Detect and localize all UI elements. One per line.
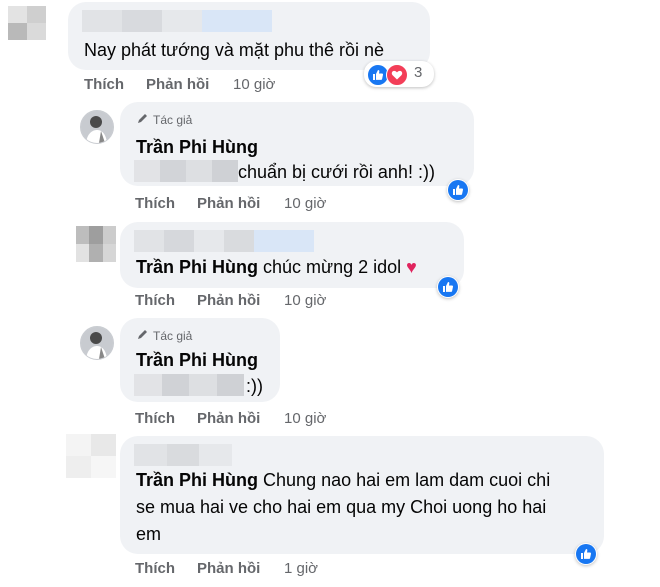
reaction-summary[interactable]	[447, 179, 469, 201]
reply-time[interactable]: 10 giờ	[284, 410, 326, 427]
author-badge: Tác giả	[136, 328, 192, 344]
reply-content: Trần Phi Hùng chúc mừng 2 idol ♥	[136, 255, 417, 279]
avatar[interactable]	[76, 226, 116, 262]
commenter-name[interactable]: Trần Phi Hùng	[136, 348, 258, 372]
reaction-summary[interactable]	[437, 276, 459, 298]
reply-text: chúc mừng 2 idol	[263, 257, 402, 277]
avatar[interactable]	[8, 6, 46, 40]
reaction-summary[interactable]: 3	[364, 61, 434, 87]
like-icon	[448, 180, 468, 200]
comment-text: Nay phát tướng và mặt phu thê rồi nè	[84, 40, 385, 60]
reply-time[interactable]: 1 giờ	[284, 560, 318, 577]
comment-time[interactable]: 10 giờ	[233, 76, 275, 93]
reaction-summary[interactable]	[575, 543, 597, 565]
mentioned-name[interactable]: Trần Phi Hùng	[136, 470, 258, 490]
blurred-mention	[134, 374, 244, 396]
pencil-icon	[136, 328, 149, 344]
mentioned-name[interactable]: Trần Phi Hùng	[136, 257, 258, 277]
like-button[interactable]: Thích	[135, 560, 175, 577]
blurred-commenter-name	[134, 230, 314, 252]
reaction-count: 3	[414, 64, 423, 81]
reply-bubble: Tác giả Trần Phi Hùng :))	[120, 318, 280, 402]
reply-time[interactable]: 10 giờ	[284, 292, 326, 309]
like-button[interactable]: Thích	[84, 76, 124, 93]
like-icon	[438, 277, 458, 297]
author-avatar[interactable]	[80, 110, 114, 144]
author-badge: Tác giả	[136, 112, 192, 128]
reply-bubble: Trần Phi Hùng Chung nao hai em lam dam c…	[120, 436, 604, 554]
like-button[interactable]: Thích	[135, 195, 175, 212]
avatar[interactable]	[66, 434, 116, 478]
reply-button[interactable]: Phản hồi	[197, 410, 260, 427]
blurred-commenter-name	[134, 444, 232, 466]
like-button[interactable]: Thích	[135, 410, 175, 427]
reply-text-line-3: em	[136, 524, 162, 544]
like-button[interactable]: Thích	[135, 292, 175, 309]
author-avatar[interactable]	[80, 326, 114, 360]
reply-button[interactable]: Phản hồi	[146, 76, 209, 93]
reply-text: Chung nao hai em lam dam cuoi chi	[263, 470, 551, 490]
reply-bubble: Tác giả Trần Phi Hùng chuẩn bị cưới rồi …	[120, 102, 474, 186]
heart-emoji: ♥	[406, 257, 417, 277]
comment-bubble: Nay phát tướng và mặt phu thê rồi nè	[68, 2, 430, 70]
commenter-name[interactable]: Trần Phi Hùng	[136, 135, 258, 159]
like-icon	[576, 544, 596, 564]
reply-button[interactable]: Phản hồi	[197, 195, 260, 212]
blurred-commenter-name	[82, 10, 272, 32]
reply-bubble: Trần Phi Hùng chúc mừng 2 idol ♥	[120, 222, 464, 288]
blurred-mention	[134, 160, 238, 182]
reply-text: :))	[246, 376, 263, 396]
pencil-icon	[136, 112, 149, 128]
reply-button[interactable]: Phản hồi	[197, 560, 260, 577]
reply-text-line-2: se mua hai ve cho hai em qua my Choi uon…	[136, 497, 547, 517]
reply-content-line-1: Trần Phi Hùng Chung nao hai em lam dam c…	[136, 468, 550, 492]
reply-button[interactable]: Phản hồi	[197, 292, 260, 309]
reply-text: chuẩn bị cưới rồi anh! :))	[238, 162, 435, 182]
love-icon	[386, 64, 408, 86]
reply-time[interactable]: 10 giờ	[284, 195, 326, 212]
